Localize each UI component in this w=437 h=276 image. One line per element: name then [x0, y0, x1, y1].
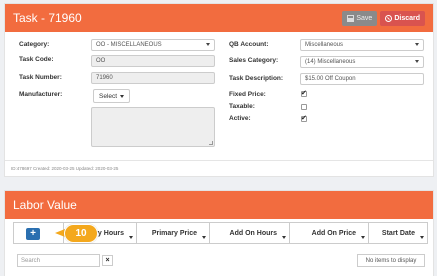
chevron-down-icon — [415, 43, 419, 46]
sales-category-select[interactable]: (14) Miscellaneous — [300, 56, 424, 68]
labor-header: Labor Value — [5, 191, 433, 219]
fixed-price-checkbox[interactable] — [301, 89, 307, 97]
labor-value-panel: Labor Value Primary Hours Primary Price … — [4, 190, 434, 276]
column-label: Start Date — [381, 229, 415, 237]
save-label: Save — [356, 14, 373, 22]
task-number-field[interactable]: 71960 — [91, 72, 215, 84]
no-items-text: No items to display — [365, 257, 417, 264]
task-header: Task - 71960 Save Discard — [5, 4, 433, 32]
close-icon: × — [105, 257, 110, 264]
sort-icon[interactable] — [282, 236, 286, 239]
caret-down-icon — [120, 94, 125, 98]
labor-title: Labor Value — [13, 198, 77, 212]
search-placeholder: Search — [21, 257, 41, 264]
manufacturer-select-label: Select — [99, 92, 118, 100]
column-label: Primary Price — [151, 229, 197, 237]
chevron-down-icon — [206, 43, 210, 46]
save-button[interactable]: Save — [342, 10, 378, 26]
add-labor-button[interactable]: + — [26, 228, 40, 240]
chevron-down-icon — [415, 60, 419, 63]
divider — [5, 160, 433, 161]
task-title: Task - 71960 — [13, 11, 82, 25]
step-callout: 10 — [55, 224, 99, 243]
column-label: Add On Price — [311, 229, 356, 237]
pager-status: No items to display — [357, 254, 425, 267]
manufacturer-label: Manufacturer: — [19, 91, 63, 98]
sales-category-label: Sales Category: — [229, 57, 279, 64]
search-input[interactable]: Search — [17, 254, 100, 267]
discard-label: Discard — [394, 14, 420, 22]
taxable-checkbox[interactable] — [301, 104, 307, 110]
record-metadata: ID:478697 Created: 2020-03-25 Updated: 2… — [11, 166, 119, 171]
sort-icon[interactable] — [361, 236, 365, 239]
qb-account-label: QB Account: — [229, 41, 269, 48]
active-checkbox[interactable] — [301, 114, 307, 122]
column-start-date[interactable]: Start Date — [369, 223, 427, 243]
task-code-label: Task Code: — [19, 56, 54, 63]
task-description-value: $15.00 Off Coupon — [305, 76, 356, 82]
category-label: Category: — [19, 41, 50, 48]
sort-icon[interactable] — [420, 236, 424, 239]
sort-icon[interactable] — [202, 236, 206, 239]
task-description-label: Task Description: — [229, 75, 284, 82]
task-code-value: OO — [96, 58, 106, 64]
column-add-on-hours[interactable]: Add On Hours — [210, 223, 290, 243]
task-number-label: Task Number: — [19, 74, 62, 81]
discard-button[interactable]: Discard — [380, 10, 425, 26]
ban-icon — [385, 14, 393, 22]
resize-handle-icon[interactable] — [209, 141, 213, 145]
sort-icon[interactable] — [129, 236, 133, 239]
task-panel: Task - 71960 Save Discard Category: OO -… — [4, 3, 434, 177]
task-description-field[interactable]: $15.00 Off Coupon — [300, 73, 424, 85]
taxable-label: Taxable: — [229, 103, 255, 110]
manufacturer-select-button[interactable]: Select — [93, 89, 131, 103]
fixed-price-label: Fixed Price: — [229, 91, 266, 98]
clear-search-button[interactable]: × — [102, 255, 113, 266]
active-label: Active: — [229, 115, 251, 122]
sales-category-value: (14) Miscellaneous — [305, 59, 356, 65]
plus-icon: + — [30, 228, 36, 239]
qb-account-value: Miscellaneous — [305, 42, 344, 48]
qb-account-select[interactable]: Miscellaneous — [300, 39, 424, 51]
column-primary-price[interactable]: Primary Price — [137, 223, 210, 243]
column-add-on-price[interactable]: Add On Price — [290, 223, 369, 243]
task-code-field[interactable]: OO — [91, 55, 215, 67]
step-number-badge: 10 — [64, 224, 98, 243]
category-value: OO - MISCELLANEOUS — [96, 42, 162, 48]
category-select[interactable]: OO - MISCELLANEOUS — [91, 39, 215, 51]
column-label: Add On Hours — [229, 229, 277, 237]
manufacturer-textarea[interactable] — [91, 107, 215, 147]
floppy-disk-icon — [347, 14, 355, 22]
task-number-value: 71960 — [96, 75, 113, 81]
